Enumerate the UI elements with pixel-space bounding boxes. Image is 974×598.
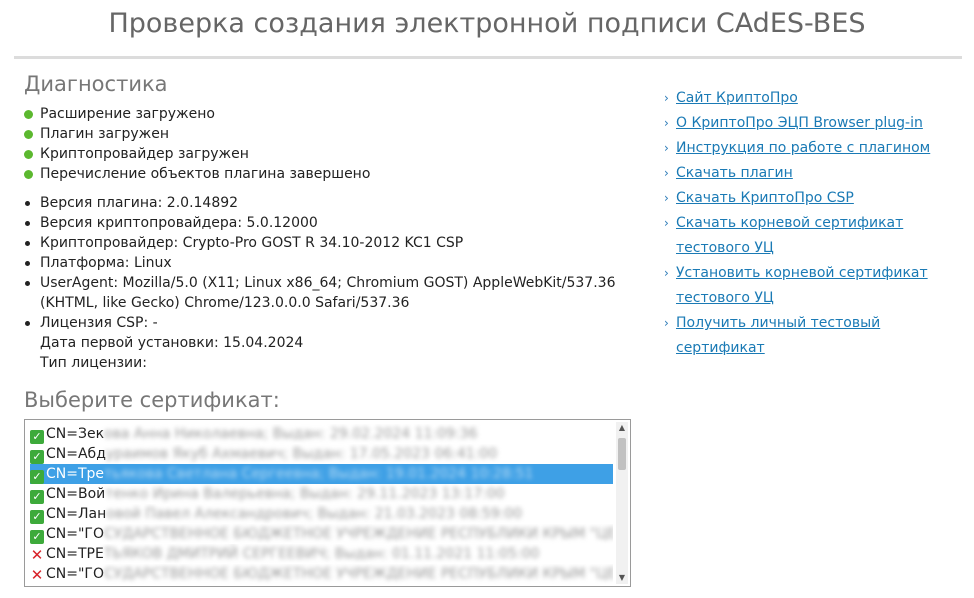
link-item: › Скачать КриптоПро CSP — [664, 186, 964, 211]
info-text: Платформа: Linux — [40, 255, 172, 271]
link-item: › О КриптоПро ЭЦП Browser plug-in — [664, 111, 964, 136]
info-item: Платформа: Linux — [24, 253, 624, 273]
scroll-thumb[interactable] — [618, 438, 626, 470]
status-item: Расширение загружено — [24, 104, 370, 124]
info-text: Криптопровайдер: Crypto-Pro GOST R 34.10… — [40, 235, 464, 251]
valid-check-icon: ✓ — [30, 430, 44, 444]
certificate-name: CN=Абд — [46, 446, 106, 462]
external-link[interactable]: Получить личный тестовый сертификат — [676, 315, 880, 356]
link-item: › Получить личный тестовый сертификат — [664, 311, 964, 361]
certificate-details-obscured: овой Павел Александрович; Выдан: 21.03.2… — [106, 506, 523, 522]
scroll-up-icon[interactable]: ▲ — [616, 422, 628, 434]
valid-check-icon: ✓ — [30, 450, 44, 464]
page-title: Проверка создания электронной подписи CA… — [108, 8, 866, 39]
info-item: Лицензия CSP: - Дата первой установки: 1… — [24, 313, 624, 373]
link-item: › Установить корневой сертификат тестовог… — [664, 261, 964, 311]
status-ok-icon — [24, 129, 33, 139]
invalid-cross-icon: ✕ — [30, 566, 44, 584]
link-arrow-icon: › — [664, 166, 669, 180]
certificate-option[interactable]: ✓ CN="ГОСУДАРСТВЕННОЕ БЮДЖЕТНОЕ УЧРЕЖДЕНИ… — [30, 524, 613, 544]
certificate-details-obscured: ова Анна Николаевна; Выдан: 29.02.2024 1… — [104, 426, 478, 442]
valid-check-icon: ✓ — [30, 490, 44, 504]
certificate-option[interactable]: ✓ CN=Абдураимов Якуб Ахмаевич; Выдан: 17.… — [30, 444, 613, 464]
info-item: Версия криптопровайдера: 5.0.12000 — [24, 213, 624, 233]
bullet-icon — [25, 201, 30, 206]
link-arrow-icon: › — [664, 91, 669, 105]
link-item: › Инструкция по работе с плагином — [664, 136, 964, 161]
title-divider — [14, 56, 962, 59]
certificate-option[interactable]: ✓ CN=Лановой Павел Александрович; Выдан: … — [30, 504, 613, 524]
diagnostics-status-list: Расширение загружено Плагин загружен Кри… — [24, 104, 370, 184]
status-item: Криптопровайдер загружен — [24, 144, 370, 164]
bullet-icon — [25, 321, 30, 326]
certificate-option[interactable]: ✕ CN=ТРЕТЬЯКОВ ДМИТРИЙ СЕРГЕЕВИЧ; Выдан: … — [30, 544, 613, 564]
certificate-option[interactable]: ✓ CN=Третьякова Светлана Сергеевна; Выдан… — [30, 464, 613, 484]
link-arrow-icon: › — [664, 116, 669, 130]
external-link[interactable]: Скачать корневой сертификат тестового УЦ — [676, 215, 903, 256]
link-item: › Скачать плагин — [664, 161, 964, 186]
certificate-details-obscured: тьякова Светлана Сергеевна; Выдан: 19.01… — [104, 466, 534, 482]
certificate-details-obscured: СУДАРСТВЕННОЕ БЮДЖЕТНОЕ УЧРЕЖДЕНИЕ РЕСПУ… — [103, 566, 613, 582]
info-text: UserAgent: Mozilla/5.0 (X11; Linux x86_6… — [40, 275, 616, 311]
certificate-details-obscured: тенко Ирина Валерьевна; Выдан: 29.11.202… — [105, 486, 505, 502]
status-label: Криптопровайдер загружен — [40, 146, 249, 162]
external-link[interactable]: Скачать КриптоПро CSP — [676, 190, 854, 206]
certificate-name: CN=Зек — [46, 426, 105, 442]
scroll-down-icon[interactable]: ▼ — [616, 572, 628, 584]
certificate-details-obscured: ТЬЯКОВ ДМИТРИЙ СЕРГЕЕВИЧ; Выдан: 01.11.2… — [103, 546, 540, 562]
valid-check-icon: ✓ — [30, 470, 44, 484]
external-link[interactable]: О КриптоПро ЭЦП Browser plug-in — [676, 115, 923, 131]
external-link[interactable]: Установить корневой сертификат тестового… — [676, 265, 928, 306]
bullet-icon — [25, 221, 30, 226]
status-ok-icon — [24, 169, 33, 179]
certificate-name: CN=Вой — [46, 486, 106, 502]
status-label: Плагин загружен — [40, 126, 170, 142]
certificate-name: CN=Лан — [46, 506, 107, 522]
valid-check-icon: ✓ — [30, 530, 44, 544]
link-arrow-icon: › — [664, 141, 669, 155]
certificate-details-obscured: ураимов Якуб Ахмаевич; Выдан: 17.05.2023… — [105, 446, 498, 462]
status-ok-icon — [24, 149, 33, 159]
status-item: Плагин загружен — [24, 124, 370, 144]
certificate-option[interactable]: ✕ CN="ГОСУДАРСТВЕННОЕ БЮДЖЕТНОЕ УЧРЕЖДЕНИ… — [30, 564, 613, 584]
listbox-scrollbar[interactable]: ▲ ▼ — [616, 422, 628, 584]
certificate-name: CN=ТРЕ — [46, 546, 104, 562]
status-label: Перечисление объектов плагина завершено — [40, 166, 371, 182]
certificate-name: CN="ГО — [46, 566, 104, 582]
info-text: Версия криптопровайдера: 5.0.12000 — [40, 215, 318, 231]
status-label: Расширение загружено — [40, 106, 215, 122]
valid-check-icon: ✓ — [30, 510, 44, 524]
info-item: Версия плагина: 2.0.14892 — [24, 193, 624, 213]
link-item: › Сайт КриптоПро — [664, 86, 964, 111]
certificate-heading: Выберите сертификат: — [24, 388, 280, 412]
certificate-details-obscured: СУДАРСТВЕННОЕ БЮДЖЕТНОЕ УЧРЕЖДЕНИЕ РЕСПУ… — [103, 526, 613, 542]
invalid-cross-icon: ✕ — [30, 546, 44, 564]
link-arrow-icon: › — [664, 316, 669, 330]
info-item: UserAgent: Mozilla/5.0 (X11; Linux x86_6… — [24, 273, 624, 313]
certificate-option[interactable]: ✓ CN=Зекова Анна Николаевна; Выдан: 29.02… — [30, 424, 613, 444]
link-arrow-icon: › — [664, 216, 669, 230]
bullet-icon — [25, 281, 30, 286]
status-item: Перечисление объектов плагина завершено — [24, 164, 370, 184]
info-item: Криптопровайдер: Crypto-Pro GOST R 34.10… — [24, 233, 624, 253]
bullet-icon — [25, 261, 30, 266]
certificate-name: CN=Тре — [46, 466, 105, 482]
certificate-option[interactable]: ✓ CN=Войтенко Ирина Валерьевна; Выдан: 29… — [30, 484, 613, 504]
link-arrow-icon: › — [664, 191, 669, 205]
bullet-icon — [25, 241, 30, 246]
external-link[interactable]: Сайт КриптоПро — [676, 90, 798, 106]
certificate-listbox[interactable]: ✓ CN=Зекова Анна Николаевна; Выдан: 29.02… — [24, 419, 631, 587]
status-ok-icon — [24, 109, 33, 119]
link-arrow-icon: › — [664, 266, 669, 280]
diagnostics-info-list: Версия плагина: 2.0.14892 Версия криптоп… — [24, 193, 624, 373]
external-link[interactable]: Скачать плагин — [676, 165, 793, 181]
external-link[interactable]: Инструкция по работе с плагином — [676, 140, 930, 156]
useful-links: › Сайт КриптоПро › О КриптоПро ЭЦП Browser … — [664, 86, 964, 361]
info-text: Лицензия CSP: - Дата первой установки: 1… — [40, 315, 304, 371]
certificate-name: CN="ГО — [46, 526, 104, 542]
link-item: › Скачать корневой сертификат тестового У… — [664, 211, 964, 261]
info-text: Версия плагина: 2.0.14892 — [40, 195, 239, 211]
diagnostics-heading: Диагностика — [24, 72, 168, 96]
